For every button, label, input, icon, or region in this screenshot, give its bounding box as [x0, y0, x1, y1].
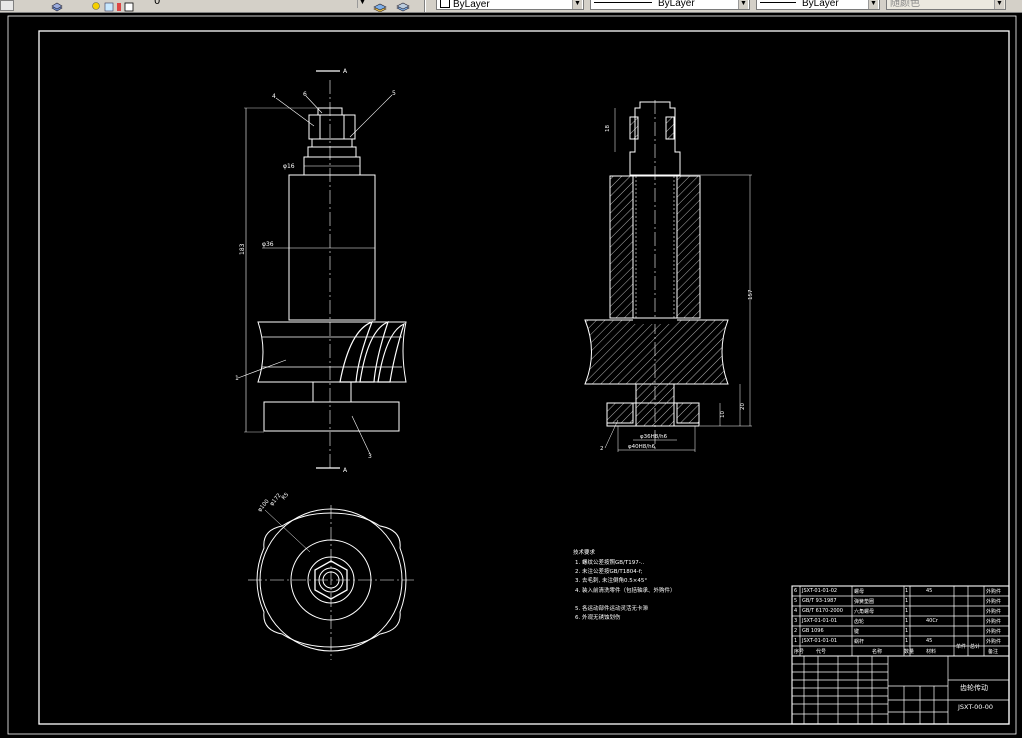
- bom-qty: 1: [905, 618, 909, 624]
- bom-note: 外购件: [986, 639, 1002, 645]
- bom-code: GB/T 93-1987: [802, 598, 837, 604]
- bom-name: 蜗杆: [854, 639, 865, 645]
- layer-properties-icon[interactable]: [0, 0, 14, 11]
- drawing-canvas[interactable]: A A 4 6 5 1 3 183 φ36 φ16 18 157 20 10 φ…: [0, 13, 1022, 738]
- dim-phi100: φ100: [257, 498, 271, 513]
- dim-r5: R5: [281, 491, 291, 501]
- bom-code: JSXT-01-01-01: [802, 638, 838, 644]
- dim-top: 18: [605, 125, 611, 132]
- bom-code: GB 1096: [802, 628, 824, 634]
- section-view: [584, 100, 752, 452]
- bom-code: JSXT-01-01-02: [802, 588, 838, 594]
- toolbar-separator: [424, 0, 426, 12]
- bom-header-unit: 单件: [956, 644, 967, 650]
- bom-name: 齿轮: [854, 619, 865, 625]
- plotstyle-combo[interactable]: 随颜色 ▼: [886, 0, 1006, 10]
- balloon-3: 3: [368, 453, 372, 460]
- bom-code: JSXT-01-01-01: [802, 618, 838, 624]
- bom-mat: 45: [926, 588, 933, 594]
- chevron-down-icon[interactable]: ▼: [868, 0, 878, 9]
- section-marker-top: A: [343, 68, 348, 75]
- bom-no: 2: [794, 628, 798, 634]
- layer-state-icons[interactable]: [84, 0, 144, 12]
- color-combo-value: ByLayer: [453, 0, 490, 10]
- chevron-down-icon[interactable]: ▼: [572, 0, 582, 9]
- dim-phi172: φ172: [269, 493, 283, 508]
- dim-bottom1: 20: [740, 403, 746, 410]
- tech-note-2: 2. 未注公差按GB/T1804-f;: [575, 569, 643, 575]
- bom-mat: 40Cr: [926, 618, 938, 624]
- tech-note-5: 5. 各运动部件运动灵活无卡滞: [575, 606, 648, 612]
- bom-qty: 1: [905, 598, 909, 604]
- dim-height: 157: [748, 289, 754, 300]
- properties-toolbar: 0 ▼ ByLayer ▼ ByLayer ▼ ByLayer ▼ 随颜色 ▼: [0, 0, 1022, 13]
- chevron-down-icon[interactable]: ▼: [994, 0, 1004, 9]
- bom-header-name: 名称: [872, 649, 883, 655]
- make-current-layer-icon[interactable]: [372, 0, 388, 12]
- bom-mat: 45: [926, 638, 933, 644]
- color-swatch-icon: [440, 0, 450, 8]
- bom-note: 外购件: [986, 599, 1002, 605]
- bom-no: 4: [794, 608, 798, 614]
- balloon-5: 5: [392, 90, 396, 97]
- bom-header-note: 备注: [988, 649, 999, 655]
- bom-name: 螺母: [854, 589, 865, 595]
- linetype-combo[interactable]: ByLayer ▼: [590, 0, 750, 10]
- bom-no: 3: [794, 618, 798, 624]
- tech-note-1: 1. 螺纹公差按照GB/T197-..: [575, 560, 645, 566]
- chevron-down-icon[interactable]: ▼: [738, 0, 748, 9]
- balloon-2: 2: [600, 446, 604, 452]
- linetype-combo-value: ByLayer: [658, 0, 695, 9]
- dim-bottom2: 10: [720, 411, 726, 418]
- tech-note-4: 4. 装入前清洗零件（包括轴承、外购件）: [575, 588, 676, 594]
- bom-note: 外购件: [986, 619, 1002, 625]
- bom-no: 6: [794, 588, 798, 594]
- bom-name: 弹簧垫圈: [854, 599, 875, 605]
- tech-note-3: 3. 去毛刺, 未注倒角0.5×45°: [575, 578, 648, 584]
- bom-note: 外购件: [986, 609, 1002, 615]
- bom-code: GB/T 6170-2000: [802, 608, 843, 614]
- drawing-name: 齿轮传动: [960, 684, 988, 692]
- bom-qty: 1: [905, 588, 909, 594]
- bom-header-total: 总计: [970, 644, 981, 650]
- bom-qty: 1: [905, 608, 909, 614]
- bom-header-no: 序号: [794, 649, 805, 655]
- color-combo[interactable]: ByLayer ▼: [436, 0, 584, 10]
- plotstyle-combo-value: 随颜色: [890, 0, 920, 9]
- bom-note: 外购件: [986, 629, 1002, 635]
- layers-stack-icon[interactable]: [50, 0, 64, 12]
- layer-previous-icon[interactable]: [395, 0, 411, 12]
- bom-qty: 1: [905, 628, 909, 634]
- balloon-4: 4: [272, 93, 276, 100]
- section-marker-bottom: A: [343, 467, 348, 474]
- current-layer-name: 0: [154, 0, 161, 7]
- bom-name: 六角螺母: [854, 609, 875, 615]
- dim-thread: φ16: [283, 163, 295, 170]
- layer-dropdown-arrow[interactable]: ▼: [356, 0, 368, 10]
- dim-dia2: φ40H8/h6: [628, 444, 656, 450]
- cad-drawing: A A 4 6 5 1 3 183 φ36 φ16 18 157 20 10 φ…: [7, 15, 1017, 735]
- dim-upper-dia: φ36: [262, 241, 274, 248]
- dim-overall-height: 183: [239, 243, 246, 255]
- bom-name: 键: [854, 629, 860, 635]
- bom-no: 5: [794, 598, 798, 604]
- lineweight-combo[interactable]: ByLayer ▼: [756, 0, 880, 10]
- lineweight-preview: [760, 1, 796, 3]
- drawing-number: JSXT-00-00: [958, 703, 993, 711]
- lineweight-combo-value: ByLayer: [802, 0, 839, 9]
- front-view: [237, 70, 407, 470]
- top-view: [248, 505, 414, 660]
- dim-dia1: φ36H8/h6: [640, 434, 668, 440]
- balloon-1: 1: [235, 375, 239, 382]
- balloon-6: 6: [303, 91, 307, 98]
- bom-header-qty: 数量: [904, 649, 915, 655]
- bom-qty: 1: [905, 638, 909, 644]
- bom-note: 外购件: [986, 589, 1002, 595]
- tech-notes-title: 技术要求: [573, 550, 596, 556]
- tech-note-6: 6. 外观无锈蚀划伤: [575, 615, 621, 621]
- bom-header-mat: 材料: [926, 649, 937, 655]
- linetype-preview: [594, 1, 652, 3]
- bom-header-code: 代号: [816, 649, 827, 655]
- bom-no: 1: [794, 638, 798, 644]
